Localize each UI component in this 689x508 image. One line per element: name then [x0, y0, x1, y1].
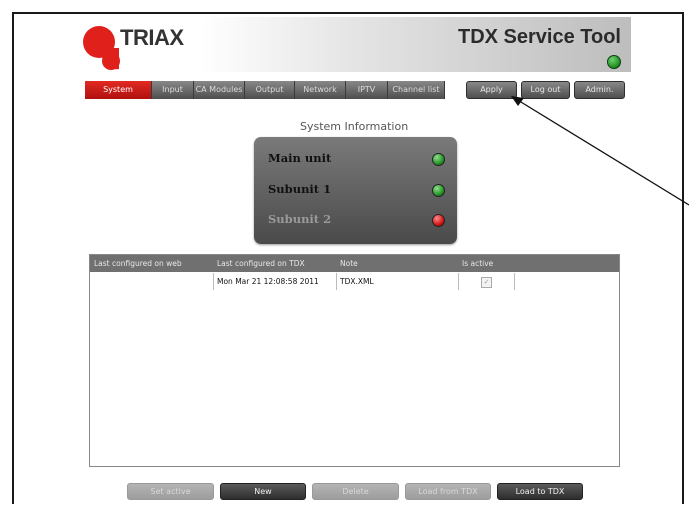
- apply-button[interactable]: Apply: [466, 81, 517, 99]
- load-to-tdx-button[interactable]: Load to TDX: [497, 483, 583, 500]
- tab-ca-modules[interactable]: CA Modules: [194, 81, 245, 99]
- status-led-icon: [607, 55, 621, 69]
- table-row[interactable]: Mon Mar 21 12:08:58 2011 TDX.XML ✓: [90, 273, 619, 290]
- load-from-tdx-button[interactable]: Load from TDX: [405, 483, 491, 500]
- cell-note: TDX.XML: [337, 273, 459, 290]
- cell-active: ✓: [459, 273, 515, 290]
- unit-label-main: Main unit: [268, 151, 332, 165]
- cell-web: [90, 273, 214, 290]
- logo-text: TRIAX: [120, 25, 184, 50]
- logout-button[interactable]: Log out: [521, 81, 570, 99]
- system-info-title: System Information: [300, 120, 409, 133]
- set-active-button[interactable]: Set active: [127, 483, 214, 500]
- status-led-main-icon: [432, 153, 445, 166]
- tab-output[interactable]: Output: [245, 81, 295, 99]
- header-banner: TRIAX TDX Service Tool: [80, 17, 631, 72]
- unit-label-subunit2: Subunit 2: [268, 212, 332, 226]
- col-header-web: Last configured on web: [94, 259, 182, 268]
- tab-channel-list[interactable]: Channel list: [388, 81, 445, 99]
- config-table: Last configured on web Last configured o…: [89, 254, 620, 467]
- col-header-active: Is active: [462, 259, 494, 268]
- tab-system[interactable]: System: [85, 81, 152, 99]
- tab-iptv[interactable]: IPTV: [346, 81, 388, 99]
- status-led-subunit1-icon: [432, 184, 445, 197]
- cell-tdx: Mon Mar 21 12:08:58 2011: [214, 273, 337, 290]
- is-active-checkbox[interactable]: ✓: [481, 276, 492, 288]
- delete-button[interactable]: Delete: [312, 483, 399, 500]
- admin-button[interactable]: Admin.: [574, 81, 625, 99]
- tab-input[interactable]: Input: [152, 81, 194, 99]
- tab-network[interactable]: Network: [295, 81, 346, 99]
- new-button[interactable]: New: [220, 483, 306, 500]
- unit-label-subunit1: Subunit 1: [268, 182, 332, 196]
- system-info-panel: Main unit Subunit 1 Subunit 2: [254, 137, 457, 244]
- table-header: Last configured on web Last configured o…: [90, 255, 619, 272]
- main-nav: System Input CA Modules Output Network I…: [85, 81, 445, 99]
- app-title: TDX Service Tool: [457, 26, 621, 48]
- col-header-tdx: Last configured on TDX: [217, 259, 305, 268]
- col-header-note: Note: [340, 259, 358, 268]
- status-led-subunit2-icon: [432, 214, 445, 227]
